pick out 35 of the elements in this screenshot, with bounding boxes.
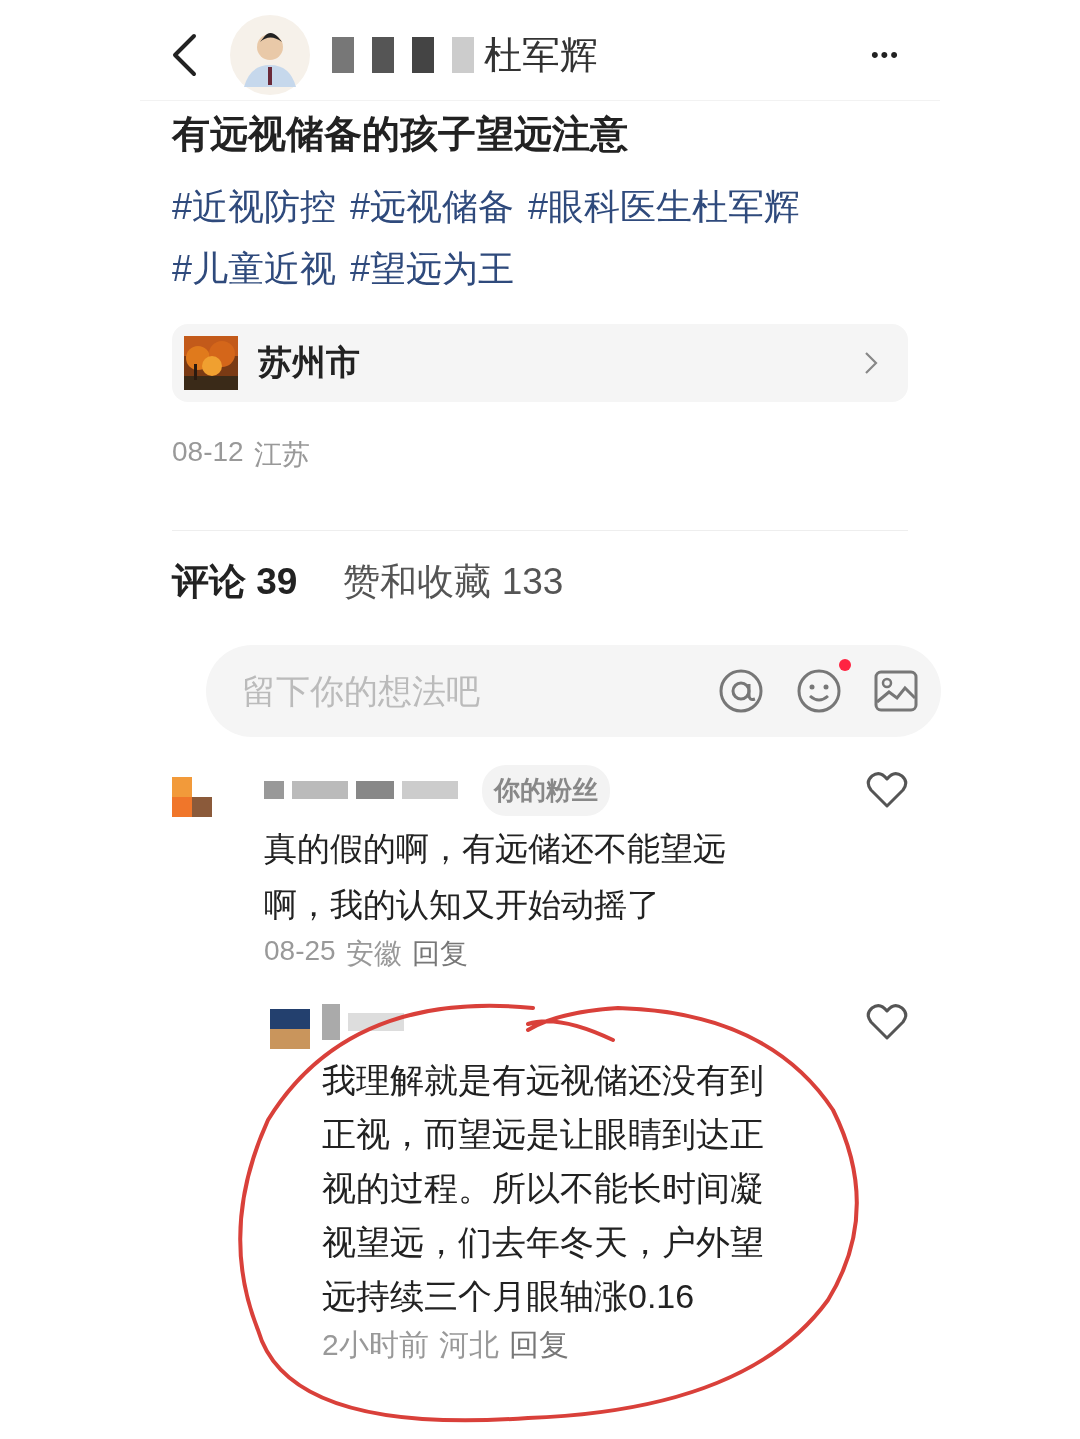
back-icon[interactable] — [170, 33, 198, 77]
comment-field[interactable]: 留下你的想法吧 — [206, 645, 941, 737]
comment-text: 真的假的啊，有远储还不能望远啊，我的认知又开始动摇了 — [264, 829, 727, 925]
more-button[interactable]: ••• — [870, 42, 900, 68]
heart-icon[interactable] — [866, 771, 908, 809]
comment-region: 安徽 — [345, 937, 402, 971]
heart-icon[interactable] — [866, 1003, 908, 1041]
mention-icon[interactable] — [717, 667, 765, 715]
comment-text: 我理解就是有远视储还没有到正视，而望远是让眼睛到达正视的过程。所以不能长时间凝视望远，们去年冬天，户外望远持续三个月眼轴涨0.16 — [322, 1060, 765, 1317]
post-region: 江苏 — [253, 438, 310, 472]
hashtag-link[interactable]: #儿童近视 — [172, 244, 337, 294]
location-card[interactable]: 苏州市 — [172, 324, 908, 402]
comment-time: 2小时前 — [322, 1327, 429, 1363]
post-title: 有远视储备的孩子望远注意 — [172, 112, 629, 157]
comment-tab[interactable]: 赞和收藏 133 — [343, 557, 564, 607]
comment-input[interactable]: 留下你的想法吧 — [240, 670, 687, 712]
hashtag-link[interactable]: #远视储备 — [350, 182, 515, 232]
post-date: 08-12 — [172, 436, 244, 469]
reply-link[interactable]: 回复 — [508, 1325, 569, 1366]
chevron-right-icon — [864, 351, 878, 375]
emoji-icon[interactable] — [795, 667, 843, 715]
hashtag-link[interactable]: #望远为王 — [350, 244, 515, 294]
reply-link[interactable]: 回复 — [411, 935, 468, 973]
fan-badge: 你的粉丝 — [482, 764, 610, 816]
avatar-icon — [172, 777, 212, 817]
image-icon[interactable] — [873, 668, 919, 714]
location-name: 苏州市 — [258, 342, 360, 383]
avatar-icon[interactable] — [230, 15, 310, 95]
comment-time: 08-25 — [264, 935, 336, 968]
hashtag-link[interactable]: #近视防控 — [172, 182, 337, 232]
hashtag-link[interactable]: #眼科医生杜军辉 — [528, 182, 801, 232]
comment-region: 河北 — [438, 1327, 499, 1363]
author-name[interactable]: 杜军辉 — [484, 29, 598, 81]
avatar-icon — [270, 1009, 310, 1049]
comment-tab[interactable]: 评论 39 — [172, 557, 298, 607]
